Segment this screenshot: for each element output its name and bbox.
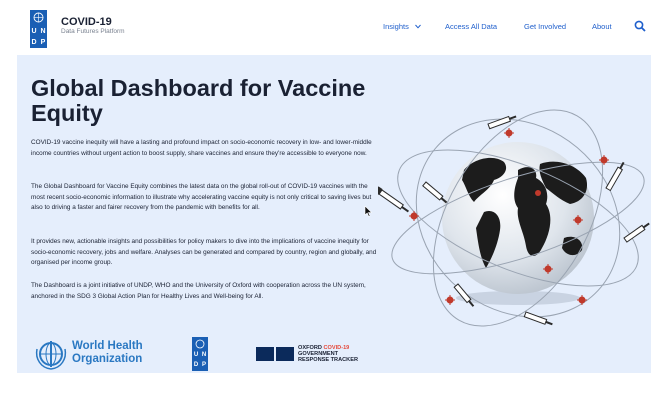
undp-letter-n: N <box>201 352 207 358</box>
un-emblem-icon <box>195 339 205 349</box>
brand-subtitle: Data Futures Platform <box>61 28 125 35</box>
who-emblem-icon <box>35 341 67 370</box>
undp-letter-d: D <box>31 39 37 46</box>
bsg-crest-icon <box>276 347 294 361</box>
syringe-icon <box>605 161 625 192</box>
undp-letter-n: N <box>40 28 46 35</box>
nav-about[interactable]: About <box>592 22 612 31</box>
who-name-line1: World Health <box>72 340 143 352</box>
page-bottom-strip <box>0 373 651 405</box>
undp-letter-u: U <box>193 352 199 358</box>
undp-partner-logo[interactable]: U N D P <box>192 337 208 371</box>
intro-paragraph-2: The Global Dashboard for Vaccine Equity … <box>31 183 372 212</box>
oxford-crest-icon <box>256 347 274 361</box>
nav-insights[interactable]: Insights <box>383 22 421 31</box>
oxford-tracker-text: OXFORD COVID-19 GOVERNMENT RESPONSE TRAC… <box>298 345 358 363</box>
nav-access-all-data[interactable]: Access All Data <box>445 22 497 31</box>
oxford-tracker-logo[interactable]: OXFORD COVID-19 GOVERNMENT RESPONSE TRAC… <box>256 344 371 364</box>
vaccine-globe-illustration <box>378 109 650 327</box>
undp-letter-u: U <box>31 28 37 35</box>
virus-icon <box>535 190 541 196</box>
oxford-line-3: RESPONSE TRACKER <box>298 357 358 363</box>
mouse-cursor-icon <box>364 206 373 217</box>
undp-letter-p: P <box>201 362 206 368</box>
un-emblem-icon <box>33 12 44 23</box>
intro-paragraph-1: COVID-19 vaccine inequity will have a la… <box>31 139 372 157</box>
search-icon[interactable] <box>634 20 646 32</box>
who-name-line2: Organization <box>72 352 143 365</box>
site-header: U N D P COVID-19 Data Futures Platform I… <box>0 0 651 55</box>
who-name: World Health Organization <box>72 340 143 365</box>
brand-title[interactable]: COVID-19 <box>61 16 112 28</box>
undp-letter-d: D <box>193 362 199 368</box>
undp-letter-p: P <box>40 39 46 46</box>
undp-logo[interactable]: U N D P <box>30 10 47 48</box>
nav-get-involved[interactable]: Get Involved <box>524 22 566 31</box>
intro-paragraph-3: It provides new, actionable insights and… <box>31 238 377 267</box>
who-logo[interactable]: World Health Organization <box>34 337 154 371</box>
intro-paragraph-4: The Dashboard is a joint initiative of U… <box>31 282 366 300</box>
syringe-icon <box>422 181 448 204</box>
page-title: Global Dashboard for Vaccine Equity <box>31 75 366 126</box>
nav-insights-label: Insights <box>383 22 409 31</box>
syringe-icon <box>487 115 517 130</box>
syringe-icon <box>523 311 553 326</box>
chevron-down-icon <box>415 24 421 29</box>
